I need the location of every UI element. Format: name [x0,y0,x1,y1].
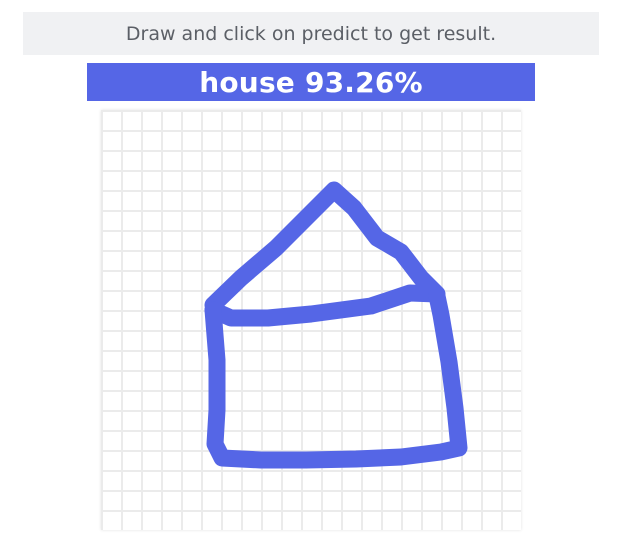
instruction-bar: Draw and click on predict to get result. [23,12,599,55]
instruction-text: Draw and click on predict to get result. [125,22,497,45]
prediction-result-text: house 93.26% [199,65,423,99]
prediction-banner: house 93.26% [87,63,535,101]
app-page: Draw and click on predict to get result.… [0,0,622,547]
drawing-canvas[interactable] [101,110,521,530]
drawing-strokes [204,181,468,469]
roof-stroke [204,181,446,327]
